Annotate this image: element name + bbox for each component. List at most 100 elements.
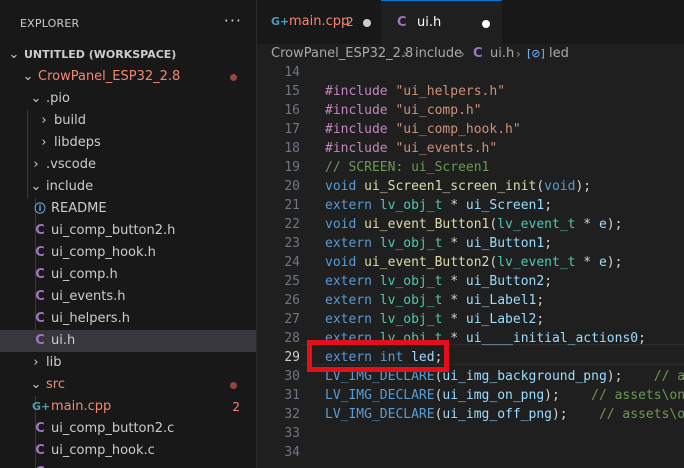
tree-item-label: libdeps	[54, 135, 101, 150]
code-token: void	[325, 217, 365, 232]
code-token: lv_obj_t	[379, 293, 443, 308]
code-token: lv_event_t	[497, 255, 576, 270]
tree-item-label: ui_comp_hook.h	[51, 245, 156, 260]
code-line[interactable]: extern lv_obj_t * ui_Label1;	[325, 291, 544, 310]
code-line[interactable]: extern lv_obj_t * ui_Button2;	[325, 272, 552, 291]
chevron-right-icon: ›	[403, 47, 408, 61]
code-token: "ui_comp_hook.h"	[395, 122, 521, 137]
code-token: (	[536, 179, 545, 194]
code-line[interactable]: #include "ui_helpers.h"	[325, 82, 505, 101]
tree-item[interactable]: Cui_comp_hook.c	[0, 440, 256, 462]
chevron-right-icon: ›	[33, 157, 39, 172]
tree-item[interactable]: ⓘ README	[0, 198, 256, 220]
line-number: 32	[284, 407, 300, 422]
tree-item[interactable]: › lib	[0, 352, 256, 374]
tree-item-label: CrowPanel_ESP32_2.8	[38, 69, 181, 84]
tree-item-label: README	[51, 201, 107, 216]
code-token: ui_img_background_png	[442, 369, 607, 384]
code-token: extern	[325, 274, 380, 289]
code-token: ui_Label2	[465, 312, 537, 327]
info-icon: ⓘ	[34, 202, 46, 215]
tree-item[interactable]: › .vscode	[0, 154, 256, 176]
code-line[interactable]: #include "ui_events.h"	[325, 139, 497, 158]
breadcrumb-folder[interactable]: include	[415, 44, 462, 64]
code-line[interactable]: LV_IMG_DECLARE(ui_img_off_png); // asset…	[325, 405, 684, 424]
tree-item-label: ui_comp_button2.h	[51, 223, 176, 238]
code-token: ui_img_off_png	[442, 407, 552, 422]
code-line[interactable]: #include "ui_comp_hook.h"	[325, 120, 521, 139]
tree-item[interactable]: Cui_comp_button2.h	[0, 220, 256, 242]
line-number: 19	[284, 160, 300, 175]
tab-main-cpp[interactable]: G+ main.cpp 2	[257, 0, 382, 44]
c-file-icon: C	[35, 245, 45, 260]
tree-item[interactable]: ⌄ src	[0, 374, 256, 396]
tree-item[interactable]: G+ main.cpp 2	[0, 396, 256, 418]
code-token: ui_Label1	[465, 293, 537, 308]
tree-item-label: ui_helpers.h	[51, 311, 130, 326]
tree-item-label: .vscode	[46, 157, 96, 172]
tab-ui-h[interactable]: C ui.h	[381, 0, 502, 44]
tree-item[interactable]: Cui_comp_button2.c	[0, 418, 256, 440]
c-file-icon: C	[35, 311, 45, 326]
c-file-icon: C	[35, 289, 45, 304]
code-token: ui_Button2	[465, 274, 545, 289]
code-token: ;	[544, 236, 553, 251]
modified-dot-icon[interactable]	[363, 19, 371, 27]
code-editor[interactable]: 14 15 #include "ui_helpers.h" 16 #include "u…	[257, 64, 684, 468]
code-token: );	[551, 407, 599, 422]
tree-item[interactable]: ⌄ .pio	[0, 88, 256, 110]
code-token: "ui_events.h"	[395, 141, 498, 156]
tree-item[interactable]: › build	[0, 110, 256, 132]
tree-item[interactable]: ⌄ include	[0, 176, 256, 198]
breadcrumb-symbol[interactable]: led	[549, 44, 569, 64]
line-number: 15	[284, 84, 300, 99]
tree-item-label: UNTITLED (WORKSPACE)	[24, 48, 177, 61]
code-token: extern	[325, 236, 380, 251]
tab-label: ui.h	[417, 15, 442, 30]
tree-item-label: ui_comp_hook.c	[51, 443, 155, 458]
code-line[interactable]: extern lv_obj_t * ui_Screen1;	[325, 196, 552, 215]
code-token: extern	[325, 312, 380, 327]
c-file-icon: C	[473, 46, 483, 61]
problem-count: 2	[346, 15, 354, 29]
code-line[interactable]: void ui_Screen1_screen_init(void);	[325, 177, 591, 196]
breadcrumb-file[interactable]: ui.h	[490, 44, 514, 64]
tree-item[interactable]: Cui_comp_hook.h	[0, 242, 256, 264]
code-line[interactable]: extern lv_obj_t * ui_Button1;	[325, 234, 552, 253]
code-token: ui_Screen1	[465, 198, 545, 213]
code-token: );	[575, 179, 592, 194]
tree-item[interactable]: Cui_helpers.h	[0, 308, 256, 330]
line-number: 27	[284, 312, 300, 327]
code-token: "ui_comp.h"	[395, 103, 482, 118]
chevron-right-icon: ›	[460, 47, 465, 61]
tree-item[interactable]: C	[0, 462, 256, 468]
modified-dot-icon[interactable]	[482, 20, 490, 28]
c-file-icon: C	[35, 223, 45, 238]
tree-item-label: ui_comp_button2.c	[51, 421, 175, 436]
code-line[interactable]: LV_IMG_DECLARE(ui_img_on_png); // assets…	[325, 386, 684, 405]
chevron-down-icon: ⌄	[8, 47, 20, 62]
tree-item-label: .pio	[46, 91, 70, 106]
tree-item[interactable]: Cui_comp.h	[0, 264, 256, 286]
tree-item-label: build	[54, 113, 86, 128]
breadcrumb-project[interactable]: CrowPanel_ESP32_2.8	[271, 44, 413, 64]
more-actions-icon[interactable]: ···	[224, 11, 242, 30]
tree-item[interactable]: ⌄ UNTITLED (WORKSPACE)	[0, 44, 256, 66]
explorer-sidebar: EXPLORER ··· ⌄ UNTITLED (WORKSPACE) ⌄ CrowP…	[0, 0, 257, 468]
tree-item[interactable]: Cui_events.h	[0, 286, 256, 308]
code-line[interactable]: extern lv_obj_t * ui_Label2;	[325, 310, 544, 329]
code-line[interactable]: // SCREEN: ui_Screen1	[325, 158, 489, 177]
tree-item[interactable]: › libdeps	[0, 132, 256, 154]
chevron-down-icon: ⌄	[22, 69, 34, 84]
code-line[interactable]: void ui_event_Button1(lv_event_t * e);	[325, 215, 622, 234]
tab-label: main.cpp	[289, 14, 350, 29]
cpp-file-icon: G+	[271, 15, 290, 28]
code-line[interactable]: void ui_event_Button2(lv_event_t * e);	[325, 253, 622, 272]
tree-item[interactable]: Cui.h	[0, 330, 256, 352]
breadcrumb: CrowPanel_ESP32_2.8 › include › C ui.h ›…	[257, 44, 684, 64]
code-token: e	[598, 217, 607, 232]
tree-item[interactable]: ⌄ CrowPanel_ESP32_2.8	[0, 66, 256, 88]
code-line[interactable]: #include "ui_comp.h"	[325, 101, 482, 120]
problem-count: 2	[232, 400, 240, 414]
code-token: // SCREEN: ui_Screen1	[325, 160, 490, 175]
